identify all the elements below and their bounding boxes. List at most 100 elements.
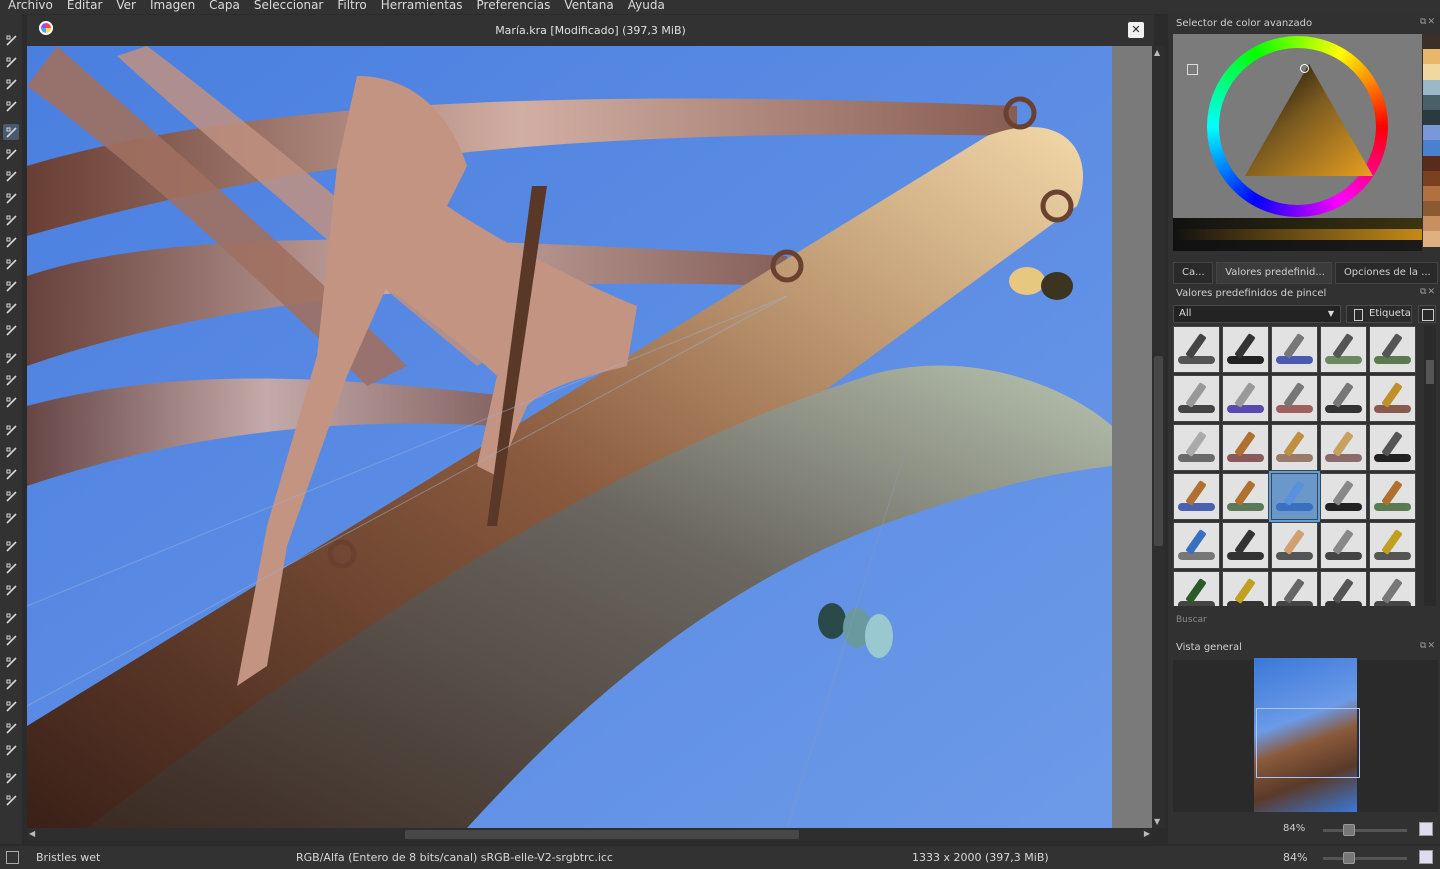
view-mode-icon[interactable] bbox=[1418, 305, 1436, 323]
history-swatch[interactable] bbox=[1423, 64, 1440, 80]
reference-images-icon[interactable] bbox=[3, 560, 19, 576]
brush-preset[interactable] bbox=[1222, 571, 1269, 606]
gradient-icon[interactable] bbox=[3, 422, 19, 438]
brush-preset[interactable] bbox=[1271, 424, 1318, 471]
brush-preset[interactable] bbox=[1173, 473, 1220, 520]
menu-ver[interactable]: Ver bbox=[116, 0, 136, 11]
overview-zoom-slider[interactable] bbox=[1323, 829, 1407, 832]
brush-preset[interactable] bbox=[1222, 522, 1269, 569]
dock-tab[interactable]: Ca... bbox=[1173, 262, 1214, 284]
brush-preset[interactable] bbox=[1320, 424, 1367, 471]
brush-preset[interactable] bbox=[1271, 522, 1318, 569]
image-size-info[interactable]: 1333 x 2000 (397,3 MiB) bbox=[912, 851, 1049, 864]
brush-preset[interactable] bbox=[1173, 375, 1220, 422]
brush-tag-filter[interactable]: All ▼ bbox=[1173, 305, 1341, 323]
menu-ventana[interactable]: Ventana bbox=[564, 0, 613, 11]
color-cursor[interactable] bbox=[1300, 64, 1309, 73]
shade-selector[interactable] bbox=[1173, 218, 1422, 252]
menu-filtro[interactable]: Filtro bbox=[337, 0, 366, 11]
preset-search-input[interactable]: Buscar bbox=[1176, 615, 1207, 625]
color-picker-icon[interactable] bbox=[3, 444, 19, 460]
freehand-brush-icon[interactable] bbox=[3, 124, 19, 140]
brush-preset[interactable] bbox=[1269, 471, 1320, 522]
scroll-left-icon[interactable]: ◀ bbox=[29, 829, 35, 838]
freehand-path-icon[interactable] bbox=[3, 278, 19, 294]
brush-preset[interactable] bbox=[1222, 473, 1269, 520]
transform-icon[interactable] bbox=[3, 350, 19, 366]
zoom-handle[interactable] bbox=[1343, 852, 1355, 864]
assistant-icon[interactable] bbox=[3, 510, 19, 526]
dynamic-brush-icon[interactable] bbox=[3, 300, 19, 316]
text-icon[interactable] bbox=[3, 54, 19, 70]
brush-preset[interactable] bbox=[1173, 424, 1220, 471]
menu-ayuda[interactable]: Ayuda bbox=[628, 0, 665, 11]
menu-editar[interactable]: Editar bbox=[67, 0, 103, 11]
panel-float-close-icon[interactable]: ⧉✕ bbox=[1420, 17, 1436, 27]
ellipse-select-icon[interactable] bbox=[3, 610, 19, 626]
brush-preset[interactable] bbox=[1320, 522, 1367, 569]
brush-preset[interactable] bbox=[1271, 571, 1318, 606]
brush-preset[interactable] bbox=[1369, 326, 1416, 373]
panel-float-close-icon[interactable]: ⧉✕ bbox=[1420, 287, 1436, 297]
overview-thumbnail[interactable] bbox=[1254, 658, 1360, 812]
brush-preset[interactable] bbox=[1271, 375, 1318, 422]
polygon-select-icon[interactable] bbox=[3, 632, 19, 648]
history-swatch[interactable] bbox=[1423, 140, 1440, 156]
contiguous-select-icon[interactable] bbox=[3, 676, 19, 692]
preset-scrollbar[interactable] bbox=[1424, 326, 1436, 606]
multibrush-icon[interactable] bbox=[3, 322, 19, 338]
shade-row[interactable] bbox=[1173, 229, 1422, 240]
fill-icon[interactable] bbox=[3, 488, 19, 504]
history-swatch[interactable] bbox=[1423, 49, 1440, 65]
history-swatch[interactable] bbox=[1423, 94, 1440, 110]
history-swatch[interactable] bbox=[1423, 109, 1440, 126]
color-settings-icon[interactable] bbox=[1187, 64, 1198, 75]
canvas[interactable] bbox=[27, 46, 1112, 828]
tag-button[interactable]: Etiqueta bbox=[1346, 305, 1412, 323]
zoom-fit-icon[interactable] bbox=[1419, 822, 1433, 836]
saturation-value-triangle[interactable] bbox=[1245, 64, 1373, 176]
brush-preset[interactable] bbox=[1369, 424, 1416, 471]
history-swatch[interactable] bbox=[1423, 34, 1440, 50]
calligraphy-icon[interactable] bbox=[3, 98, 19, 114]
dock-tab[interactable]: Valores predefinid... bbox=[1216, 262, 1332, 284]
brush-preset[interactable] bbox=[1173, 326, 1220, 373]
freehand-select-icon[interactable] bbox=[3, 654, 19, 670]
vertical-scroll-thumb[interactable] bbox=[1154, 356, 1163, 546]
bezier-select-icon[interactable] bbox=[3, 720, 19, 736]
polygon-icon[interactable] bbox=[3, 212, 19, 228]
brush-preset[interactable] bbox=[1369, 473, 1416, 520]
history-swatch[interactable] bbox=[1423, 185, 1440, 202]
menu-archivo[interactable]: Archivo bbox=[8, 0, 53, 11]
dock-tab[interactable]: Opciones de la ... bbox=[1334, 262, 1438, 284]
history-swatch[interactable] bbox=[1423, 216, 1440, 232]
line-icon[interactable] bbox=[3, 146, 19, 162]
smart-patch-icon[interactable] bbox=[3, 466, 19, 482]
menu-preferencias[interactable]: Preferencias bbox=[477, 0, 551, 11]
viewport-frame[interactable] bbox=[1256, 708, 1360, 778]
crop-icon[interactable] bbox=[3, 394, 19, 410]
brush-preset[interactable] bbox=[1222, 326, 1269, 373]
brush-preset[interactable] bbox=[1320, 473, 1367, 520]
similar-select-icon[interactable] bbox=[3, 698, 19, 714]
zoom-icon[interactable] bbox=[3, 770, 19, 786]
brush-preset[interactable] bbox=[1173, 522, 1220, 569]
measure-icon[interactable] bbox=[3, 538, 19, 554]
brush-preset[interactable] bbox=[1320, 375, 1367, 422]
select-shapes-icon[interactable] bbox=[3, 32, 19, 48]
bezier-icon[interactable] bbox=[3, 256, 19, 272]
brush-preset[interactable] bbox=[1369, 522, 1416, 569]
advanced-color-selector[interactable] bbox=[1173, 34, 1422, 219]
move-icon[interactable] bbox=[3, 372, 19, 388]
zoom-slider[interactable] bbox=[1323, 857, 1407, 860]
history-swatch[interactable] bbox=[1423, 155, 1440, 171]
preset-scroll-thumb[interactable] bbox=[1426, 360, 1434, 384]
history-swatch[interactable] bbox=[1423, 201, 1440, 217]
hue-wheel[interactable] bbox=[1207, 36, 1388, 217]
scroll-up-icon[interactable]: ▲ bbox=[1154, 48, 1160, 57]
close-document-button[interactable]: ✕ bbox=[1128, 22, 1144, 38]
shade-row[interactable] bbox=[1173, 218, 1422, 229]
brush-preset[interactable] bbox=[1320, 326, 1367, 373]
overview-panel[interactable] bbox=[1173, 658, 1438, 812]
overview-zoom-handle[interactable] bbox=[1343, 824, 1355, 836]
